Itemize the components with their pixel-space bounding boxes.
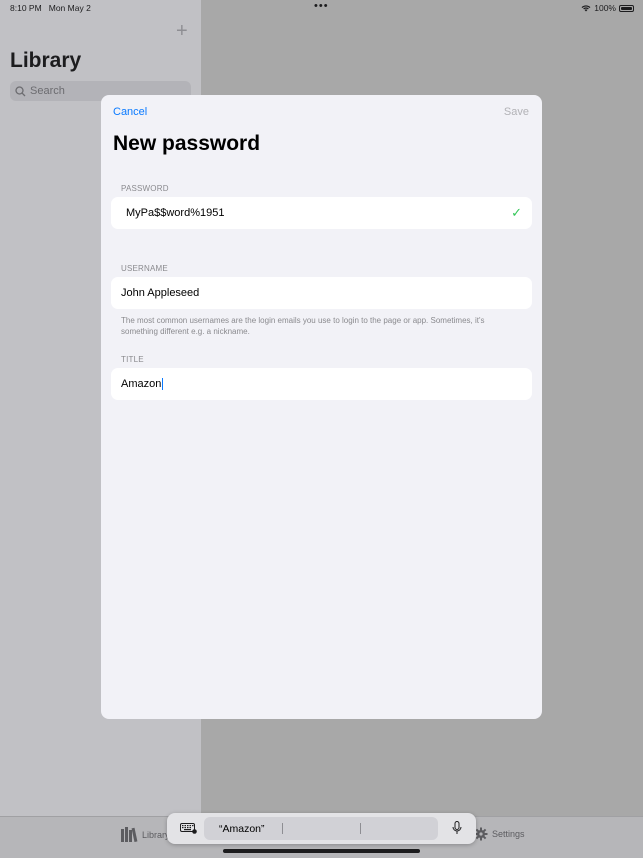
status-bar: 8:10 PM Mon May 2 ••• 100% [0,0,643,16]
battery-percent: 100% [594,3,616,13]
gear-icon [474,827,488,841]
title-value: Amazon [121,378,162,390]
microphone-icon[interactable] [452,821,462,835]
library-icon [121,827,138,842]
tab-library[interactable]: Library [120,827,170,842]
username-footnote: The most common usernames are the login … [121,316,485,336]
suggestion-divider [360,823,361,834]
password-section-label: PASSWORD [121,184,169,193]
tab-library-label: Library [142,829,170,840]
password-value: MyPa$$word%1951 [126,207,225,219]
checkmark-icon: ✓ [511,205,522,220]
multitask-dots[interactable]: ••• [314,0,329,12]
tab-settings[interactable]: Settings [474,827,525,841]
suggestion-divider [282,823,283,834]
tab-settings-label: Settings [492,829,525,839]
username-section-label: USERNAME [121,264,168,273]
keyboard-suggestion-bar: “Amazon” [167,813,476,844]
cancel-button[interactable]: Cancel [113,106,147,118]
home-indicator [223,849,420,853]
status-right: 100% [581,3,634,13]
title-section-label: TITLE [121,355,144,364]
battery-icon [619,4,634,12]
text-cursor [162,378,164,390]
search-icon [15,85,26,96]
search-placeholder: Search [30,85,65,97]
title-field[interactable]: Amazon [111,368,532,400]
save-button[interactable]: Save [504,106,529,118]
status-time: 8:10 PM Mon May 2 [10,3,91,13]
add-icon[interactable]: + [176,20,188,43]
library-title: Library [10,49,82,72]
suggestion-box: “Amazon” [204,817,438,840]
password-field[interactable]: MyPa$$word%1951 ✓ [111,197,532,229]
sheet-title: New password [113,132,261,155]
username-value: John Appleseed [121,287,200,299]
keyboard-icon[interactable] [180,823,197,834]
wifi-icon [581,5,591,12]
suggestion-item[interactable]: “Amazon” [219,823,265,835]
username-field[interactable]: John Appleseed [111,277,532,309]
new-password-sheet: Cancel Save New password PASSWORD MyPa$$… [101,95,542,719]
